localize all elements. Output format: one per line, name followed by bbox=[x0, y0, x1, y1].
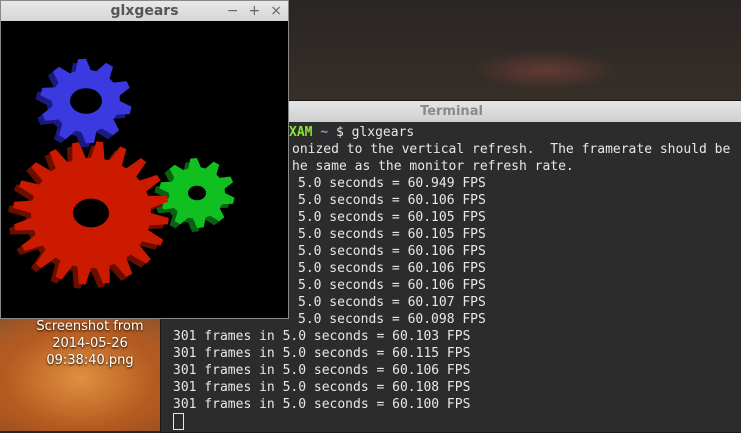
glxgears-titlebar[interactable]: glxgears − + × bbox=[1, 1, 288, 21]
icon-label-line-2: 2014-05-26 bbox=[52, 336, 128, 351]
prompt-command: glxgears bbox=[351, 125, 415, 140]
gears-canvas bbox=[8, 58, 235, 289]
icon-label-line-3: 09:38:40.png bbox=[46, 353, 134, 368]
prompt-symbol: $ bbox=[335, 125, 344, 140]
terminal-output-line: 301 frames in 5.0 seconds = 60.115 FPS bbox=[173, 346, 471, 361]
terminal-output-line: 301 frames in 5.0 seconds = 60.108 FPS bbox=[173, 380, 471, 395]
terminal-cursor bbox=[173, 413, 184, 430]
gear-blue-hole bbox=[70, 88, 102, 114]
glxgears-title: glxgears bbox=[110, 3, 179, 19]
prompt-path: ~ bbox=[320, 125, 329, 140]
gear-green-hole bbox=[188, 185, 206, 201]
minimize-button[interactable]: − bbox=[227, 1, 239, 21]
terminal-output-line: 301 frames in 5.0 seconds = 60.103 FPS bbox=[173, 329, 471, 344]
prompt-user: XAM bbox=[289, 125, 313, 140]
icon-label-line-1: Screenshot from bbox=[36, 319, 144, 334]
gear-red-hole bbox=[73, 198, 109, 228]
terminal-cursor-line bbox=[173, 413, 741, 430]
maximize-button[interactable]: + bbox=[249, 1, 261, 21]
terminal-output-line: 301 frames in 5.0 seconds = 60.100 FPS bbox=[173, 397, 471, 412]
glxgears-window[interactable]: glxgears − + × bbox=[0, 0, 289, 319]
terminal-output-line: 301 frames in 5.0 seconds = 60.106 FPS bbox=[173, 363, 471, 378]
red-gear bbox=[8, 141, 169, 289]
desktop-cloud bbox=[470, 50, 620, 90]
blue-gear bbox=[35, 58, 132, 148]
desktop-file-icon-label[interactable]: Screenshot from 2014-05-26 09:38:40.png bbox=[30, 318, 150, 369]
close-button[interactable]: × bbox=[270, 1, 282, 21]
